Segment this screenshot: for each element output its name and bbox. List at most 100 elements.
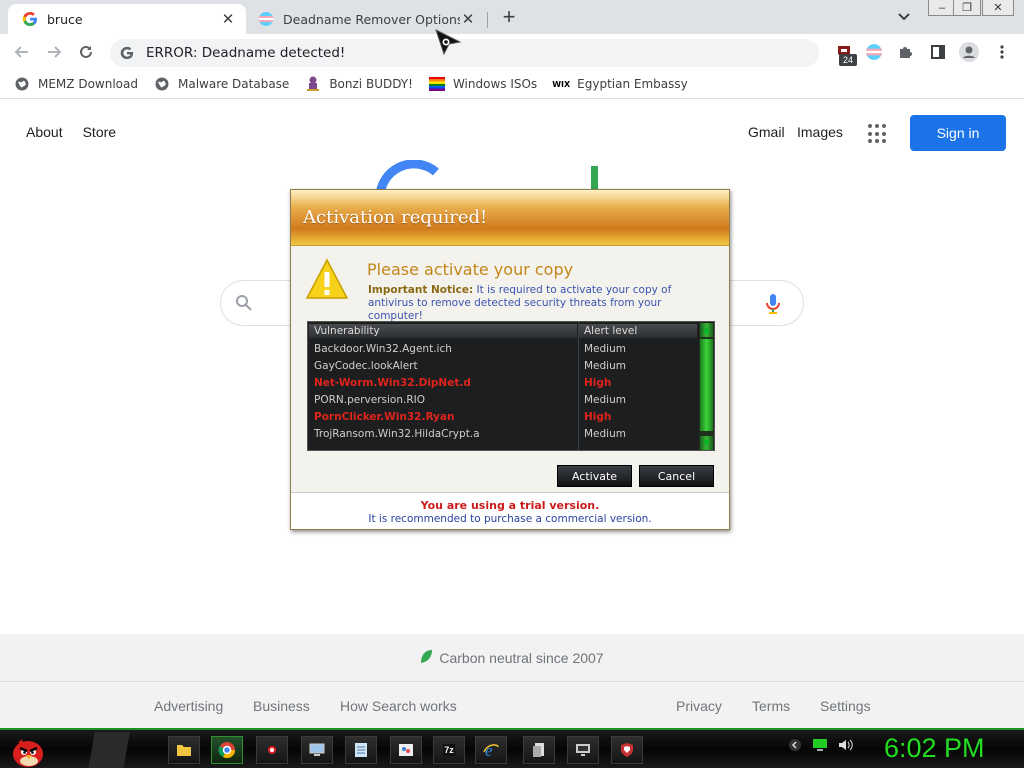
scroll-thumb[interactable] bbox=[700, 339, 713, 431]
extensions-puzzle-icon[interactable] bbox=[896, 42, 916, 62]
sign-in-button[interactable]: Sign in bbox=[910, 115, 1006, 151]
table-row[interactable]: PORN.perversion.RIO Medium bbox=[308, 392, 698, 409]
alert-level: Medium bbox=[584, 394, 626, 406]
table-row[interactable]: TrojRansom.Win32.HildaCrypt.a Medium bbox=[308, 426, 698, 443]
dialog-footer: You are using a trial version. It is rec… bbox=[291, 492, 729, 529]
bookmark-bonzi-buddy[interactable]: Bonzi BUDDY! bbox=[305, 76, 413, 92]
wix-icon: WIX bbox=[552, 79, 571, 89]
bookmark-label: Windows ISOs bbox=[452, 77, 538, 91]
address-bar[interactable]: ERROR: Deadname detected! bbox=[110, 39, 819, 67]
address-text: ERROR: Deadname detected! bbox=[146, 45, 346, 61]
vulnerability-name: Backdoor.Win32.Agent.ich bbox=[314, 343, 452, 355]
bookmarks-bar: MEMZ Download Malware Database Bonzi BUD… bbox=[0, 70, 1024, 99]
globe-icon bbox=[14, 76, 30, 92]
back-icon[interactable] bbox=[10, 40, 34, 64]
dialog-title: Activation required! bbox=[303, 207, 488, 228]
bookmark-windows-isos[interactable]: Windows ISOs bbox=[428, 76, 538, 92]
table-row[interactable]: Net-Worm.Win32.DipNet.d High bbox=[308, 375, 698, 392]
advertising-link[interactable]: Advertising bbox=[154, 698, 223, 714]
new-tab-button[interactable]: + bbox=[497, 6, 521, 28]
shield-icon[interactable] bbox=[611, 736, 643, 764]
file-icon[interactable] bbox=[523, 736, 555, 764]
network-icon[interactable] bbox=[812, 738, 828, 757]
about-link[interactable]: About bbox=[26, 124, 63, 140]
tray-chevron-icon[interactable] bbox=[788, 738, 802, 757]
tab-search-chevron-icon[interactable] bbox=[893, 8, 915, 26]
store-link[interactable]: Store bbox=[83, 124, 116, 140]
google-top-nav-left: About Store bbox=[26, 124, 116, 140]
notice-label: Important Notice: bbox=[368, 284, 474, 296]
activate-heading: Please activate your copy bbox=[367, 260, 574, 279]
close-tab-icon[interactable]: ✕ bbox=[460, 11, 476, 28]
forward-icon[interactable] bbox=[42, 40, 66, 64]
alert-level: High bbox=[584, 411, 612, 423]
privacy-link[interactable]: Privacy bbox=[676, 698, 722, 714]
bookmark-memz-download[interactable]: MEMZ Download bbox=[14, 76, 138, 92]
tab-title: Deadname Remover Options bbox=[283, 11, 460, 27]
scroll-up-icon[interactable]: ▲ bbox=[700, 323, 713, 337]
trans-flag-icon bbox=[258, 11, 274, 27]
table-scrollbar[interactable]: ▲ ▼ bbox=[699, 323, 714, 450]
carbon-neutral-text: Carbon neutral since 2007 bbox=[439, 649, 604, 666]
more-menu-icon[interactable] bbox=[992, 42, 1012, 62]
gmail-link[interactable]: Gmail bbox=[748, 124, 785, 140]
google-footer: Carbon neutral since 2007 Advertising Bu… bbox=[0, 634, 1024, 730]
start-button-angry-bird-icon[interactable] bbox=[6, 730, 50, 768]
table-row[interactable]: Backdoor.Win32.Agent.ich Medium bbox=[308, 341, 698, 358]
paint-icon[interactable] bbox=[390, 736, 422, 764]
tab-bruce[interactable]: bruce ✕ bbox=[8, 4, 246, 34]
bookmark-malware-database[interactable]: Malware Database bbox=[154, 76, 289, 92]
google-apps-icon[interactable] bbox=[868, 124, 888, 144]
ie-icon[interactable]: e bbox=[475, 736, 507, 764]
voice-search-icon[interactable] bbox=[765, 293, 781, 320]
table-row[interactable]: PornClicker.Win32.Ryan High bbox=[308, 409, 698, 426]
close-tab-icon[interactable]: ✕ bbox=[220, 11, 236, 28]
side-panel-icon[interactable] bbox=[928, 42, 948, 62]
alert-level: High bbox=[584, 377, 612, 389]
taskbar-clock[interactable]: 6:02 PM bbox=[884, 733, 985, 764]
cancel-button[interactable]: Cancel bbox=[639, 465, 714, 487]
warning-icon bbox=[305, 258, 349, 302]
chrome-icon[interactable] bbox=[211, 736, 243, 764]
bookmark-egyptian-embassy[interactable]: WIX Egyptian Embassy bbox=[552, 76, 688, 92]
bookmark-label: Egyptian Embassy bbox=[577, 77, 688, 91]
images-link[interactable]: Images bbox=[797, 124, 843, 140]
close-window-button[interactable]: ✕ bbox=[982, 0, 1014, 16]
vulnerability-name: TrojRansom.Win32.HildaCrypt.a bbox=[314, 428, 480, 440]
business-link[interactable]: Business bbox=[253, 698, 310, 714]
important-notice: Important Notice: It is required to acti… bbox=[368, 284, 718, 323]
monitor-icon[interactable] bbox=[301, 736, 333, 764]
terms-link[interactable]: Terms bbox=[752, 698, 790, 714]
svg-text:e: e bbox=[485, 741, 493, 759]
settings-link[interactable]: Settings bbox=[820, 698, 871, 714]
reload-icon[interactable] bbox=[74, 40, 98, 64]
profile-avatar-icon[interactable] bbox=[959, 42, 979, 62]
notepad-icon[interactable] bbox=[345, 736, 377, 764]
globe-icon bbox=[154, 76, 170, 92]
trans-flag-extension-icon[interactable] bbox=[864, 42, 884, 62]
how-search-works-link[interactable]: How Search works bbox=[340, 698, 457, 714]
search-icon bbox=[235, 294, 253, 317]
tab-title: bruce bbox=[47, 11, 83, 27]
scroll-down-icon[interactable]: ▼ bbox=[700, 436, 713, 450]
alert-level: Medium bbox=[584, 360, 626, 372]
bookmark-label: MEMZ Download bbox=[38, 77, 138, 91]
activate-button[interactable]: Activate bbox=[557, 465, 632, 487]
trial-text: You are using a trial version. bbox=[420, 499, 600, 512]
bookmark-label: Malware Database bbox=[177, 77, 290, 91]
system-tray bbox=[788, 738, 854, 757]
volume-icon[interactable] bbox=[838, 738, 854, 757]
bookmark-label: Bonzi BUDDY! bbox=[329, 77, 413, 91]
remote-icon[interactable] bbox=[567, 736, 599, 764]
7zip-icon[interactable]: 7z bbox=[433, 736, 465, 764]
folder-icon[interactable] bbox=[168, 736, 200, 764]
record-icon[interactable] bbox=[256, 736, 288, 764]
minimize-button[interactable]: – bbox=[928, 0, 956, 16]
table-row[interactable]: GayCodec.lookAlert Medium bbox=[308, 358, 698, 375]
tab-bar: bruce ✕ Deadname Remover Options ✕ + – ❐… bbox=[0, 0, 1024, 34]
restore-button[interactable]: ❐ bbox=[953, 0, 981, 16]
tab-separator bbox=[487, 12, 488, 28]
extension-badge: 24 bbox=[839, 54, 857, 66]
taskbar: 7z e 6:02 PM bbox=[0, 728, 1024, 768]
recommend-text: It is recommended to purchase a commerci… bbox=[368, 513, 652, 525]
